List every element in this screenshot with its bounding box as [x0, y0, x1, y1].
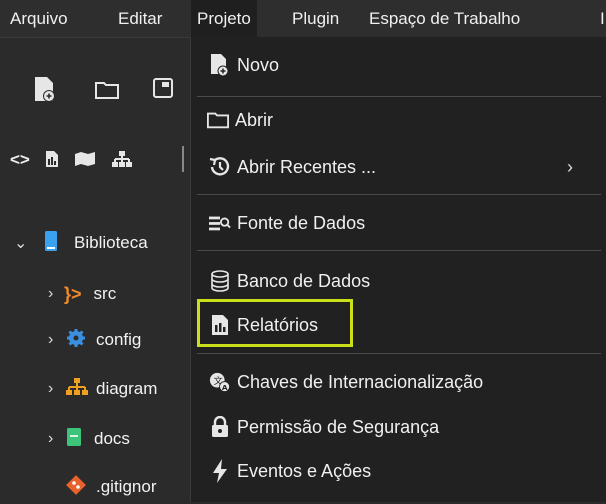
tree-item-label: Biblioteca: [74, 233, 148, 252]
tree-item-config[interactable]: › config: [48, 323, 141, 357]
hierarchy-toolbar-icon[interactable]: [112, 150, 132, 173]
tree-item-docs[interactable]: › docs: [48, 422, 130, 456]
menu-item-label: Abrir: [235, 109, 274, 130]
report-small-icon[interactable]: [45, 150, 59, 173]
menu-projeto[interactable]: Projeto: [191, 0, 257, 37]
menu-separator: [197, 194, 601, 195]
book-icon: [44, 230, 58, 257]
menu-bar: Arquivo Editar Projeto Plugin Espaço de …: [0, 0, 606, 38]
svg-text:A: A: [222, 383, 228, 392]
code-icon[interactable]: <>: [10, 150, 30, 170]
lock-icon: [209, 416, 231, 438]
menu-item-label: Permissão de Segurança: [237, 416, 440, 437]
history-icon: [209, 156, 231, 178]
menu-plugin[interactable]: Plugin: [286, 0, 345, 37]
git-icon: [66, 474, 86, 500]
left-panel: <> ⌄ Biblioteca › }> src › config › diag…: [0, 38, 190, 502]
code-brackets-icon: }>: [64, 283, 82, 304]
submenu-arrow-icon: ›: [567, 156, 573, 177]
menu-separator: [197, 250, 601, 251]
tree-item-gitignore[interactable]: .gitignor: [64, 470, 156, 504]
menu-item-banco-de-dados[interactable]: Banco de Dados: [191, 261, 606, 301]
translate-icon: 文A: [209, 371, 231, 393]
document-icon: [66, 427, 82, 452]
menu-espaco-de-trabalho[interactable]: Espaço de Trabalho: [363, 0, 526, 37]
lightning-icon: [209, 459, 231, 483]
tree-item-label: .gitignor: [96, 477, 157, 496]
menu-item-label: Eventos e Ações: [237, 460, 372, 481]
chevron-right-icon[interactable]: ›: [48, 285, 60, 303]
tree-item-label: docs: [94, 429, 130, 448]
open-folder-icon[interactable]: [95, 81, 119, 104]
panel-icon[interactable]: [152, 77, 174, 104]
menu-item-label: Banco de Dados: [237, 270, 371, 291]
menu-item-label: Abrir Recentes ...: [237, 156, 377, 177]
tree-item-src[interactable]: › }> src: [48, 277, 116, 311]
menu-item-abrir-recentes[interactable]: Abrir Recentes ... ›: [191, 147, 606, 187]
hierarchy-icon: [66, 377, 88, 402]
highlight-box: [197, 299, 353, 347]
menu-item-permissao-seguranca[interactable]: Permissão de Segurança: [191, 407, 606, 447]
menu-item-chaves-internacionalizacao[interactable]: 文A Chaves de Internacionalização: [191, 362, 606, 402]
menu-arquivo[interactable]: Arquivo: [4, 0, 74, 37]
menu-editar[interactable]: Editar: [112, 0, 168, 37]
gear-icon: [66, 328, 86, 353]
menu-truncated[interactable]: I: [594, 0, 606, 37]
tree-item-diagram[interactable]: › diagram: [48, 372, 157, 406]
menu-separator: [197, 96, 601, 97]
menu-item-label: Novo: [237, 54, 280, 75]
projeto-dropdown-menu: Novo Abrir Abrir Recentes ... › Fonte de…: [190, 37, 606, 502]
new-file-icon[interactable]: [32, 75, 58, 108]
menu-item-eventos-acoes[interactable]: Eventos e Ações: [191, 451, 606, 491]
chevron-right-icon[interactable]: ›: [48, 430, 60, 448]
chevron-right-icon[interactable]: ›: [48, 380, 60, 398]
database-icon: [209, 270, 231, 292]
menu-item-novo[interactable]: Novo: [191, 45, 606, 85]
folder-icon: [207, 109, 229, 131]
tree-item-label: src: [93, 284, 117, 303]
menu-item-label: Chaves de Internacionalização: [237, 371, 484, 392]
menu-item-label: Fonte de Dados: [237, 212, 366, 233]
tree-item-label: config: [96, 330, 142, 349]
tree-item-label: diagram: [96, 379, 158, 398]
map-icon[interactable]: [74, 151, 96, 172]
data-source-icon: [209, 212, 231, 234]
new-project-icon: [209, 54, 231, 77]
menu-item-fonte-de-dados[interactable]: Fonte de Dados: [191, 203, 606, 243]
toolbar-overflow-edge: [182, 146, 190, 172]
menu-item-abrir[interactable]: Abrir: [191, 100, 606, 140]
chevron-right-icon[interactable]: ›: [48, 331, 60, 349]
menu-separator: [197, 353, 601, 354]
tree-item-biblioteca[interactable]: ⌄ Biblioteca: [14, 226, 148, 260]
chevron-down-icon[interactable]: ⌄: [14, 233, 27, 253]
